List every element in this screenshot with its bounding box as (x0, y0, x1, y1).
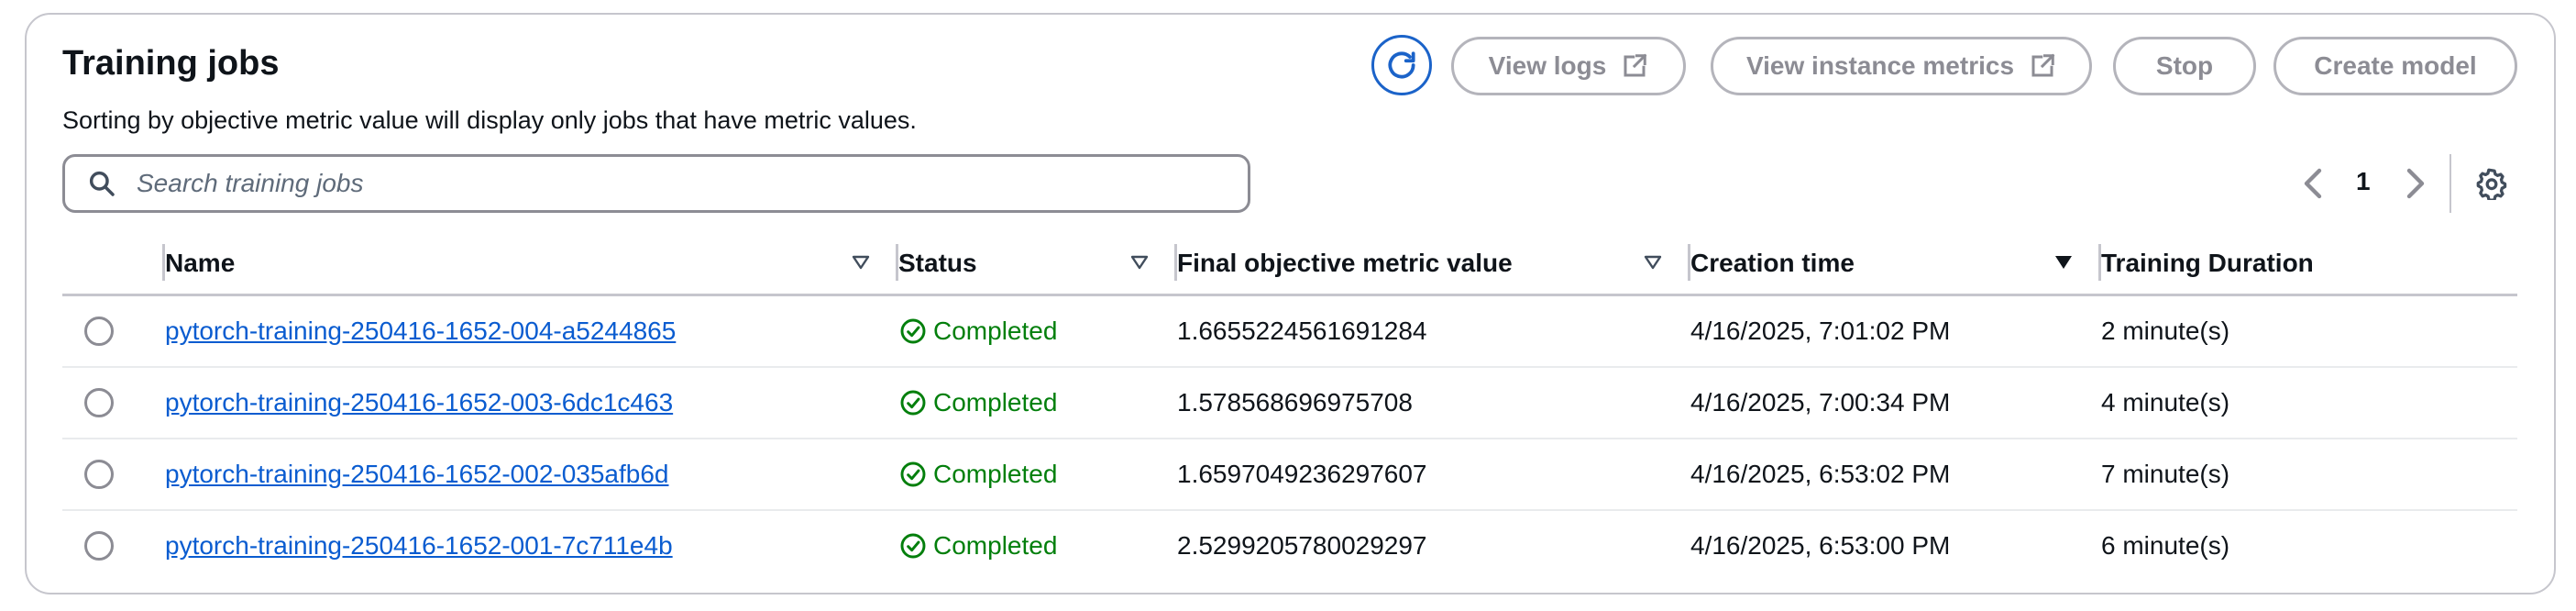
status-indicator: Completed (898, 317, 1177, 346)
preferences-button[interactable] (2475, 167, 2508, 205)
metric-value: 2.5299205780029297 (1177, 531, 1427, 560)
job-name-link[interactable]: pytorch-training-250416-1652-001-7c711e4… (165, 531, 673, 560)
job-name-link[interactable]: pytorch-training-250416-1652-003-6dc1c46… (165, 388, 673, 417)
creation-time: 4/16/2025, 7:01:02 PM (1690, 294, 2101, 368)
status-label: Completed (933, 387, 1058, 417)
view-logs-button[interactable]: View logs (1451, 37, 1686, 95)
refresh-icon (1388, 51, 1415, 79)
status-label: Completed (933, 531, 1058, 560)
gear-icon (2476, 168, 2507, 202)
view-instance-metrics-label: View instance metrics (1745, 51, 2015, 80)
status-label: Completed (933, 459, 1058, 488)
column-header-label: Name (165, 249, 236, 277)
view-logs-label: View logs (1488, 51, 1607, 80)
caret-down-filled-icon (2055, 256, 2072, 269)
check-circle-icon (900, 461, 926, 486)
column-header-label: Creation time (1690, 249, 1855, 277)
page-title: Training jobs (62, 44, 280, 83)
refresh-button[interactable] (1371, 35, 1432, 95)
column-header-label: Status (898, 249, 977, 277)
row-select-radio[interactable] (84, 459, 114, 489)
table-row[interactable]: pytorch-training-250416-1652-003-6dc1c46… (62, 366, 2517, 439)
metric-value: 1.6655224561691284 (1177, 294, 1690, 368)
column-select (62, 233, 165, 296)
column-name[interactable]: Name (165, 233, 898, 296)
metric-value: 1.6597049236297607 (1177, 438, 1690, 511)
stop-label: Stop (2155, 51, 2214, 80)
training-duration: 6 minute(s) (2101, 531, 2230, 560)
training-duration: 2 minute(s) (2101, 294, 2517, 368)
table-header-row: Name Status Final objective metric value… (62, 233, 2517, 296)
table-row[interactable]: pytorch-training-250416-1652-002-035afb6… (62, 438, 2517, 511)
view-instance-metrics-button[interactable]: View instance metrics (1711, 37, 2092, 95)
search-box[interactable] (62, 154, 1250, 213)
column-training-duration[interactable]: Training Duration (2101, 233, 2517, 296)
next-page-button[interactable] (2404, 165, 2427, 206)
column-creation-time[interactable]: Creation time (1690, 233, 2101, 296)
stop-button[interactable]: Stop (2113, 37, 2256, 95)
search-input[interactable] (137, 169, 1191, 198)
training-duration: 7 minute(s) (2101, 438, 2517, 511)
training-duration: 4 minute(s) (2101, 366, 2517, 439)
check-circle-icon (900, 318, 926, 344)
column-header-label: Final objective metric value (1177, 249, 1513, 277)
create-model-label: Create model (2314, 51, 2477, 80)
panel-description: Sorting by objective metric value will d… (62, 106, 917, 134)
creation-time: 4/16/2025, 7:00:34 PM (1690, 366, 2101, 439)
current-page-number[interactable]: 1 (2356, 167, 2371, 196)
toolbar-divider (2449, 154, 2451, 213)
status-indicator: Completed (898, 531, 1177, 561)
caret-down-icon (1130, 255, 1149, 270)
status-indicator: Completed (898, 460, 1177, 489)
row-select-radio[interactable] (84, 387, 114, 417)
job-name-link[interactable]: pytorch-training-250416-1652-004-a524486… (165, 317, 676, 345)
column-final-objective-metric[interactable]: Final objective metric value (1177, 233, 1690, 296)
job-name-link[interactable]: pytorch-training-250416-1652-002-035afb6… (165, 460, 669, 488)
check-circle-icon (900, 533, 926, 559)
table-row[interactable]: pytorch-training-250416-1652-004-a524486… (62, 294, 2517, 368)
creation-time: 4/16/2025, 6:53:02 PM (1690, 438, 2101, 511)
training-jobs-table: Name Status Final objective metric value… (62, 233, 2517, 582)
previous-page-button[interactable] (2301, 165, 2325, 206)
external-link-icon (2031, 53, 2055, 77)
column-status[interactable]: Status (898, 233, 1177, 296)
metric-value: 1.578568696975708 (1177, 366, 1690, 439)
search-icon (87, 169, 116, 198)
status-indicator: Completed (898, 388, 1177, 417)
table-row[interactable]: pytorch-training-250416-1652-001-7c711e4… (62, 510, 2517, 582)
row-select-radio[interactable] (84, 316, 114, 346)
status-label: Completed (933, 316, 1058, 345)
chevron-left-icon (2304, 168, 2322, 199)
caret-down-icon (1644, 255, 1662, 270)
row-select-radio[interactable] (84, 531, 114, 561)
column-header-label: Training Duration (2101, 249, 2314, 277)
external-link-icon (1624, 53, 1647, 77)
check-circle-icon (900, 390, 926, 415)
caret-down-icon (852, 255, 870, 270)
chevron-right-icon (2406, 168, 2425, 199)
creation-time: 4/16/2025, 6:53:00 PM (1690, 531, 1951, 560)
create-model-button[interactable]: Create model (2273, 37, 2517, 95)
